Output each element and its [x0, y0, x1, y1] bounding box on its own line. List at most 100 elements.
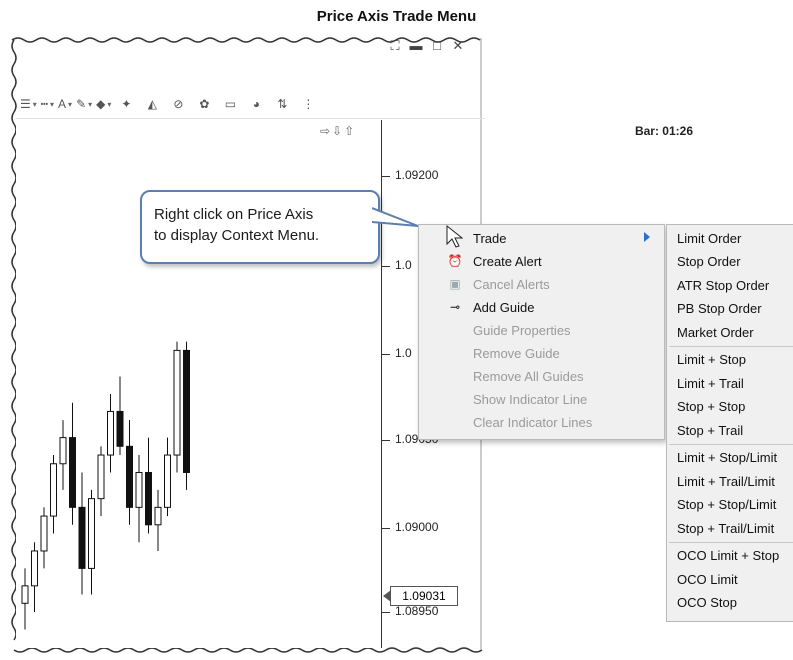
price-tick-label: 1.09000 [395, 520, 439, 534]
candle [107, 394, 114, 473]
submenu-item-stop-trail-limit[interactable]: Stop + Trail/Limit [667, 517, 793, 539]
hide-drawings-icon-glyph: ⊘ [173, 97, 184, 111]
more-icon[interactable]: ⋮ [297, 93, 319, 115]
menu-item-label: Guide Properties [473, 322, 571, 338]
close-icon[interactable]: ✕ [451, 38, 465, 54]
submenu-item-label: Stop + Stop [677, 399, 746, 414]
context-menu: Trade ⏰ Create Alert ▣ Cancel Alerts ⊸ Add Gui… [418, 224, 665, 440]
lines-icon-glyph: ☰ [20, 97, 31, 111]
submenu-item-pb-stop-order[interactable]: PB Stop Order [667, 298, 793, 320]
submenu-item-limit-trail[interactable]: Limit + Trail [667, 372, 793, 394]
submenu-item-label: Limit + Stop [677, 352, 747, 367]
fill-color-icon-glyph: ◆ [96, 97, 106, 111]
submenu-item-stop-order[interactable]: Stop Order [667, 251, 793, 273]
submenu-item-label: OCO Limit [677, 571, 738, 587]
chart-tool-icon[interactable]: ✦ [115, 93, 137, 115]
candle [97, 446, 105, 517]
submenu-item-label: Stop Order [677, 254, 741, 269]
candle [145, 437, 152, 534]
price-tick [382, 612, 390, 613]
submenu-item-oco-limit[interactable]: OCO Limit [667, 568, 793, 590]
submenu-item-stop-stop-limit[interactable]: Stop + Stop/Limit [667, 494, 793, 516]
chevron-down-icon[interactable]: ▾ [88, 100, 92, 109]
candle [88, 489, 95, 595]
maximize-icon[interactable]: ⛶ [388, 38, 402, 54]
submenu-item-label: Limit + Stop/Limit [677, 450, 778, 465]
submenu-item-label: Market Order [677, 324, 754, 340]
submenu-item-oco-limit-stop[interactable]: OCO Limit + Stop [667, 545, 793, 567]
chevron-down-icon[interactable]: ▾ [33, 100, 37, 109]
panel-icon-glyph: ▭ [224, 97, 237, 111]
price-tick [382, 266, 390, 267]
fill-color-icon[interactable]: ◆ ▾ [96, 93, 111, 115]
submenu-item-limit-stop-limit[interactable]: Limit + Stop/Limit [667, 447, 793, 469]
candle [164, 437, 171, 517]
submenu-item-limit-trail-limit[interactable]: Limit + Trail/Limit [667, 470, 793, 492]
trade-arrows-icon-glyph: ⇅ [277, 97, 288, 111]
minimize-icon[interactable]: ▬ [409, 38, 423, 54]
window-controls: ⛶ ▬ □ ✕ [388, 38, 465, 54]
callout-line-1: Right click on Price Axis [154, 206, 314, 223]
scroll-arrows-icon[interactable]: ⇨⇩⇧ [320, 124, 356, 138]
menu-item-label: Create Alert [473, 253, 542, 269]
cancel-alerts-icon: ▣ [449, 277, 461, 291]
menu-item-add-guide[interactable]: ⊸ Add Guide [419, 296, 662, 318]
submenu-item-limit-stop[interactable]: Limit + Stop [667, 349, 793, 371]
submenu-item-atr-stop-order[interactable]: ATR Stop Order [667, 274, 793, 296]
price-tick [382, 176, 390, 177]
restore-icon[interactable]: □ [430, 38, 444, 54]
menu-item-label: Clear Indicator Lines [473, 414, 593, 430]
submenu-arrow-icon [644, 232, 650, 242]
submenu-item-market-order[interactable]: Market Order [667, 321, 793, 343]
candle [126, 420, 133, 525]
lines-icon[interactable]: ☰ ▾ [20, 93, 37, 115]
more-icon-glyph: ⋮ [302, 97, 315, 111]
menu-separator [669, 443, 793, 445]
price-tick-label: 1.09200 [395, 168, 439, 182]
candle [135, 455, 143, 543]
submenu-item-oco-stop[interactable]: OCO Stop [667, 592, 793, 614]
line-style-icon-glyph: ┅ [40, 97, 49, 111]
submenu-item-label: OCO Limit + Stop [677, 548, 780, 563]
submenu-item-stop-trail[interactable]: Stop + Trail [667, 419, 793, 441]
price-tick-label: 1.0 [395, 258, 412, 272]
overlay-icon[interactable]: ◕ [245, 93, 267, 115]
candle [78, 472, 86, 595]
menu-item-guide-properties: Guide Properties [419, 319, 662, 341]
candle [154, 489, 162, 551]
menu-item-label: Cancel Alerts [473, 276, 550, 292]
menu-separator [669, 541, 793, 543]
submenu-item-stop-stop[interactable]: Stop + Stop [667, 396, 793, 418]
current-price-marker: 1.09031 [383, 586, 458, 606]
callout-tool-icon[interactable]: ◭ [141, 93, 163, 115]
panel-icon[interactable]: ▭ [219, 93, 241, 115]
candle [21, 568, 29, 630]
line-style-icon[interactable]: ┅ ▾ [41, 93, 54, 115]
mouse-cursor-icon [446, 224, 463, 248]
candle [173, 341, 181, 473]
submenu-item-label: OCO Stop [677, 595, 737, 610]
chevron-down-icon[interactable]: ▾ [68, 100, 72, 109]
candle [50, 455, 57, 534]
alert-clock-icon: ⏰ [447, 254, 463, 268]
submenu-item-label: Stop + Trail/Limit [677, 520, 775, 536]
hide-drawings-icon[interactable]: ⊘ [167, 93, 189, 115]
menu-item-remove-guide: Remove Guide [419, 342, 662, 364]
trade-arrows-icon[interactable]: ⇅ [271, 93, 293, 115]
submenu-item-label: Stop + Trail [677, 422, 744, 438]
menu-item-create-alert[interactable]: ⏰ Create Alert [419, 250, 662, 272]
menu-item-cancel-alerts: ▣ Cancel Alerts [419, 273, 662, 295]
indicator-icon[interactable]: ✿ [193, 93, 215, 115]
submenu-item-label: Stop + Stop/Limit [677, 497, 777, 512]
callout-line-2: to display Context Menu. [154, 227, 320, 244]
candle [116, 376, 124, 456]
submenu-item-limit-order[interactable]: Limit Order [667, 227, 793, 249]
menu-item-show-indicator-line: Show Indicator Line [419, 388, 662, 410]
submenu-item-label: Limit + Trail/Limit [677, 473, 775, 489]
pen-color-icon[interactable]: ✎ ▾ [76, 93, 92, 115]
chevron-down-icon[interactable]: ▾ [107, 100, 111, 109]
chevron-down-icon[interactable]: ▾ [50, 100, 54, 109]
text-color-icon[interactable]: A ▾ [58, 93, 72, 115]
price-tick [382, 440, 390, 441]
overlay-icon-glyph: ◕ [252, 97, 261, 111]
